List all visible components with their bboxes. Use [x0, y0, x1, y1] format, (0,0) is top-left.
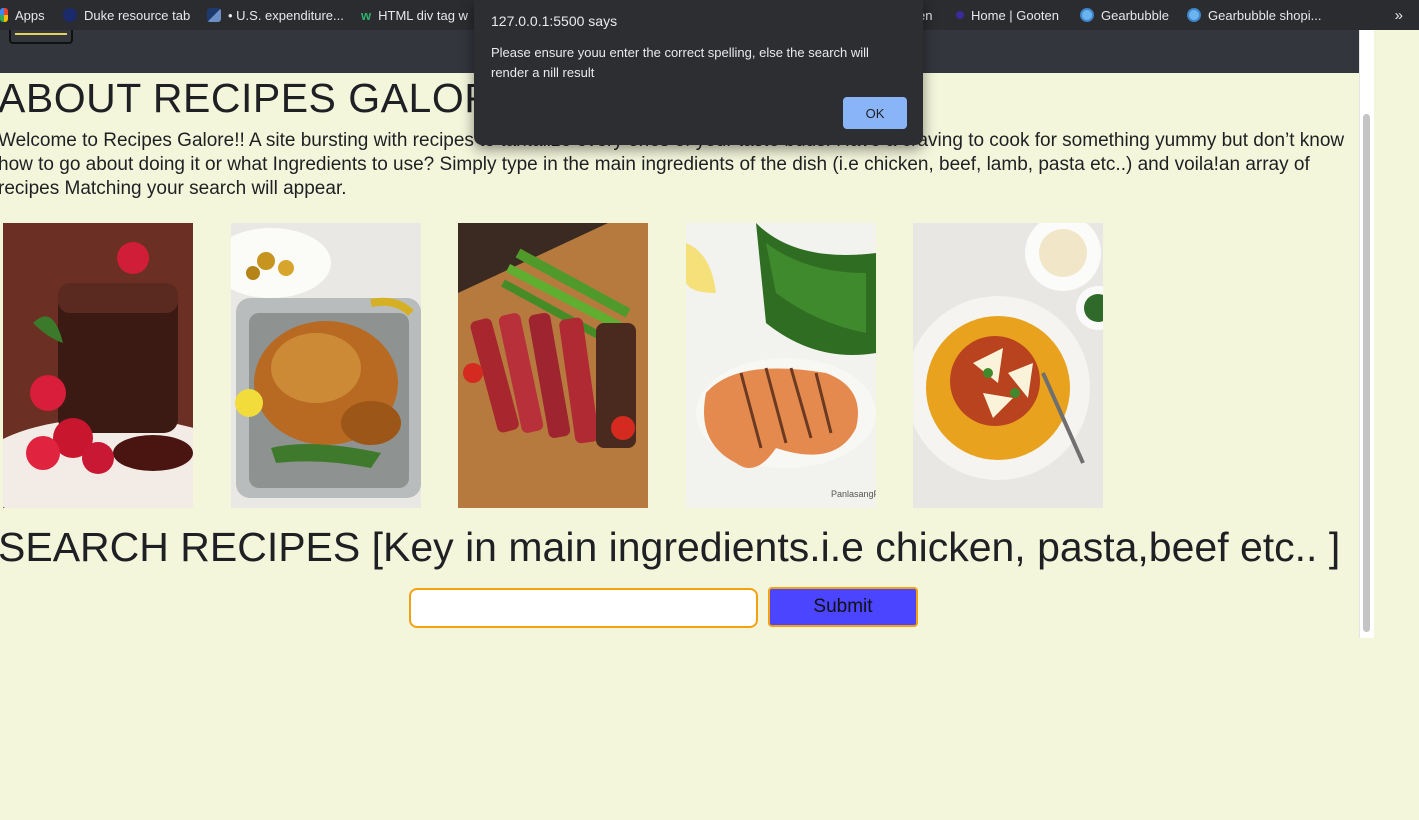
alert-dialog: 127.0.0.1:5500 says Please ensure youu e… [474, 0, 923, 145]
scrollbar-thumb[interactable] [1363, 114, 1370, 632]
bookmark-label: Duke resource tab [84, 7, 191, 23]
about-heading: ABOUT RECIPES GALORE! [0, 75, 535, 121]
chocolate-lava-cake-image [3, 223, 193, 508]
bookmark-gearbubble-shopify[interactable]: Gearbubble shopi... [1187, 0, 1321, 30]
bookmark-us-expenditure[interactable]: • U.S. expenditure... [207, 0, 344, 30]
page-scrollbar[interactable] [1359, 30, 1374, 638]
submit-button[interactable]: Submit [768, 587, 918, 627]
w3schools-icon: w [361, 7, 372, 23]
bookmark-label: Gearbubble shopi... [1208, 7, 1322, 23]
alert-title: 127.0.0.1:5500 says [491, 13, 618, 29]
alert-message: Please ensure youu enter the correct spe… [491, 45, 869, 80]
apps-grid-icon [0, 8, 8, 22]
bookmark-gearbubble[interactable]: Gearbubble [1080, 0, 1169, 30]
gearbubble-icon [1080, 8, 1094, 22]
gooten-icon [956, 11, 964, 19]
bookmark-label: Apps [15, 7, 45, 23]
sliced-steak-image [458, 223, 648, 508]
bookmark-apps[interactable]: Apps [0, 0, 45, 30]
image-watermark: PanlasangPin [831, 489, 876, 499]
roast-chicken-image [231, 223, 421, 508]
menu-toggle-button[interactable] [9, 30, 73, 44]
gearbubble-icon [1187, 8, 1201, 22]
bookmark-label: Home | Gooten [971, 7, 1059, 23]
bookmark-label: Gearbubble [1101, 7, 1169, 23]
alert-ok-button[interactable]: OK [843, 97, 907, 129]
search-input[interactable] [409, 588, 758, 628]
chart-icon [207, 8, 221, 22]
grilled-salmon-image: PanlasangPin [686, 223, 876, 508]
bookmark-label: HTML div tag w [378, 7, 468, 23]
bookmark-html-div-tag[interactable]: w HTML div tag w [361, 0, 468, 30]
search-heading: SEARCH RECIPES [Key in main ingredients.… [0, 524, 1341, 570]
spaghetti-bolognese-image [913, 223, 1103, 508]
bookmark-duke[interactable]: Duke resource tab [63, 0, 190, 30]
bookmark-home-gooten[interactable]: Home | Gooten [956, 0, 1059, 30]
more-bookmarks-button[interactable]: » [1395, 0, 1403, 30]
duke-icon [63, 8, 77, 22]
bookmark-label: • U.S. expenditure... [228, 7, 344, 23]
